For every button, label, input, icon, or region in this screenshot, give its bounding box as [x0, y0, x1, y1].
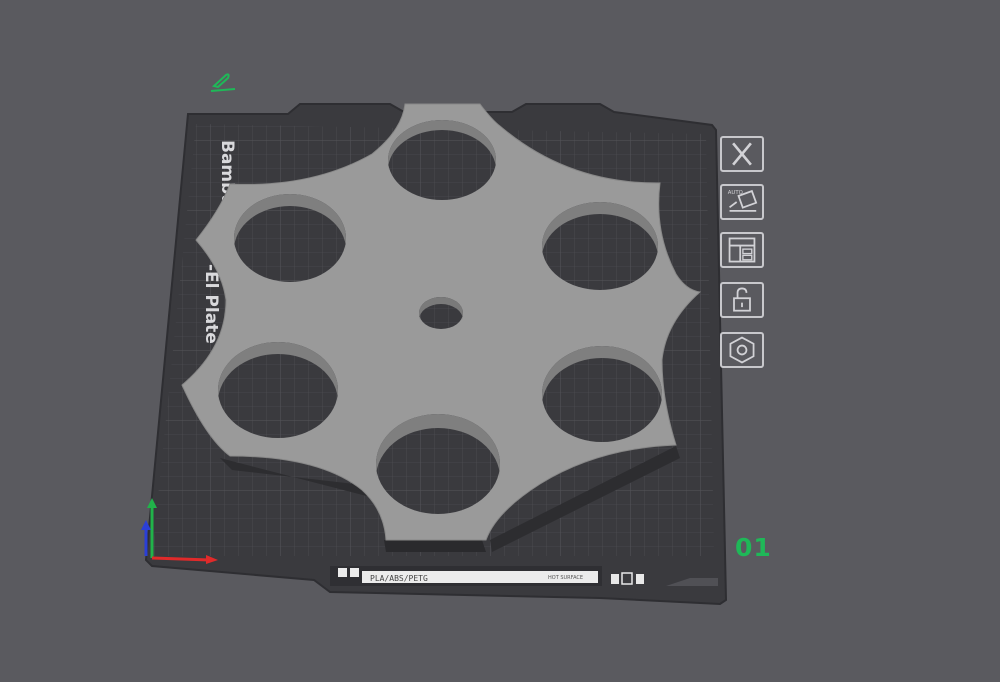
arrange-icon	[728, 237, 756, 263]
unlock-icon	[733, 287, 751, 312]
auto-orient-icon: AUTO	[728, 189, 758, 212]
plate-settings-button[interactable]	[720, 332, 764, 368]
build-plate-scene[interactable]: Bambu -El Plate PLA/ABS/PETG HOT SURFACE	[0, 0, 1000, 682]
material-label: PLA/ABS/PETG	[370, 574, 428, 583]
close-plate-button[interactable]	[720, 136, 764, 172]
plate-hand-left-icon	[611, 574, 619, 584]
plate-grid-icon	[350, 568, 359, 577]
edit-plate-name-icon[interactable]	[208, 72, 238, 94]
surface-label: HOT SURFACE	[548, 575, 583, 581]
plate-hand-right-icon	[636, 574, 644, 584]
plate-settings-icon	[729, 336, 755, 364]
plate-logo-icon	[338, 568, 347, 577]
arrange-button[interactable]	[720, 232, 764, 268]
lock-plate-button[interactable]	[720, 282, 764, 318]
close-icon	[732, 142, 752, 166]
plate-number: 01	[735, 533, 772, 562]
auto-orient-button[interactable]: AUTO	[720, 184, 764, 220]
plate-type-text: -El Plate	[201, 264, 221, 344]
3d-viewport[interactable]: Bambu -El Plate PLA/ABS/PETG HOT SURFACE	[0, 0, 1000, 682]
